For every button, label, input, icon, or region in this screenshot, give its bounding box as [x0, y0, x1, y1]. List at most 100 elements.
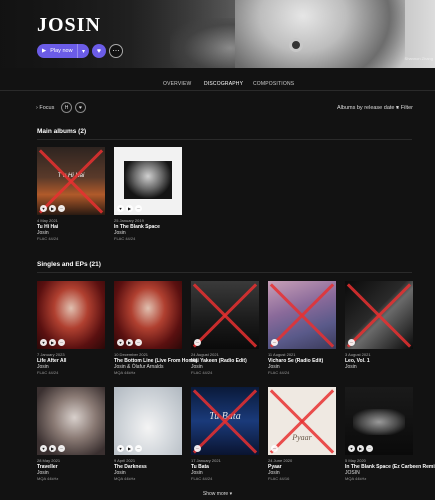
cover-actions: ♥ ▶ ⋯	[40, 339, 65, 346]
more-icon[interactable]: ⋯	[271, 339, 278, 346]
cover-actions: ♥ ▶ ⋯	[40, 445, 65, 452]
album-card[interactable]: ⋯ 24 August 2021 Hai Yakeen (Radio Edit)…	[191, 281, 259, 375]
album-card[interactable]: T u Hi Hai ♥ ▶ ⋯ 4 May 2021 Tu Hi Hai Jo…	[37, 147, 105, 241]
more-icon[interactable]: ⋯	[135, 339, 142, 346]
more-icon[interactable]: ⋯	[135, 205, 142, 212]
play-icon[interactable]: ▶	[49, 339, 56, 346]
cover-actions: ♥ ▶ ⋯	[117, 339, 142, 346]
section-title-main-albums: Main albums (2)	[37, 128, 87, 135]
play-icon[interactable]: ▶	[126, 339, 133, 346]
play-icon[interactable]: ▶	[49, 445, 56, 452]
album-format: FLAC 44/24	[37, 370, 59, 375]
favorite-button[interactable]: ♥	[92, 44, 106, 58]
section-divider	[37, 139, 412, 140]
artist-name: JOSIN	[37, 14, 101, 36]
album-format: MQA 44kHz	[37, 476, 59, 481]
album-card[interactable]: Tu Bata ⋯ 17 January 2021 Tu Bata Josin …	[191, 387, 259, 481]
play-icon[interactable]: ▶	[49, 205, 56, 212]
play-icon[interactable]: ▶	[357, 445, 364, 452]
play-now-label: Play now	[50, 48, 73, 54]
filter-button[interactable]: ≡ Filter	[396, 105, 413, 111]
heart-icon[interactable]: ♥	[40, 339, 47, 346]
tab-discography[interactable]: DISCOGRAPHY	[204, 81, 244, 91]
more-icon[interactable]: ⋯	[348, 339, 355, 346]
album-format: FLAC 44/24	[191, 476, 213, 481]
more-icon[interactable]: ⋯	[194, 339, 201, 346]
album-format: FLAC 44/24	[191, 370, 213, 375]
album-card[interactable]: ♥ ▶ ⋯ 10 December 2021 The Bottom Line (…	[114, 281, 197, 375]
more-icon[interactable]: ⋯	[58, 205, 65, 212]
album-card[interactable]: ♥ ▶ ⋯ 5 May 2020 In The Blank Space (Ez …	[345, 387, 435, 481]
hero-ring-image	[289, 38, 303, 52]
cover-actions: ♥ ▶ ⋯	[40, 205, 65, 212]
album-cover[interactable]: ♥ ▶ ⋯	[114, 147, 182, 215]
album-artist[interactable]: Josin	[345, 364, 413, 370]
album-cover[interactable]: ⋯	[268, 281, 336, 349]
play-now-button[interactable]: ▶ Play now ▾	[37, 44, 89, 58]
photo-credit: Shannon Zhang	[404, 56, 433, 61]
album-cover[interactable]: ♥ ▶ ⋯	[37, 387, 105, 455]
album-cover[interactable]: Tu Bata ⋯	[191, 387, 259, 455]
album-format: FLAC 44/24	[268, 370, 290, 375]
album-card[interactable]: ⋯ 3 August 2021 Leo, Vol. 1 Josin	[345, 281, 413, 370]
more-icon[interactable]: ⋯	[58, 339, 65, 346]
more-options-button[interactable]: ⋯	[109, 44, 123, 58]
cover-actions: ♥ ▶ ⋯	[117, 445, 142, 452]
heart-icon[interactable]: ♥	[40, 205, 47, 212]
album-format: FLAC 44/24	[37, 236, 59, 241]
play-icon[interactable]: ▶	[126, 445, 133, 452]
album-cover[interactable]: Pyaar ⋯	[268, 387, 336, 455]
heart-icon[interactable]: ♥	[117, 339, 124, 346]
chevron-down-icon[interactable]: ▾	[77, 44, 89, 58]
album-card[interactable]: ♥ ▶ ⋯ 28 May 2021 Traveller Josin MQA 44…	[37, 387, 105, 481]
favorites-filter-button[interactable]: ♥	[75, 102, 86, 113]
more-icon[interactable]: ⋯	[194, 445, 201, 452]
heart-icon[interactable]: ♥	[117, 205, 124, 212]
album-cover[interactable]: ♥ ▶ ⋯	[345, 387, 413, 455]
more-icon: ⋯	[112, 48, 120, 55]
album-format: MQA 44kHz	[345, 476, 367, 481]
album-card[interactable]: Pyaar ⋯ 24 June 2020 Pyaar Josin FLAC 44…	[268, 387, 336, 481]
album-card[interactable]: ♥ ▶ ⋯ 9 April 2021 The Darkness Josin MQ…	[114, 387, 182, 481]
more-icon[interactable]: ⋯	[271, 445, 278, 452]
hero-face-image	[235, 0, 405, 68]
more-icon[interactable]: ⋯	[366, 445, 373, 452]
section-title-singles: Singles and EPs (21)	[37, 261, 101, 268]
cover-art-text: Pyaar	[292, 433, 312, 442]
sort-label: Albums by release date	[337, 105, 395, 111]
cover-art-face	[124, 161, 172, 199]
show-more-button[interactable]: Show more ▾	[0, 491, 435, 497]
album-cover[interactable]: ♥ ▶ ⋯	[114, 281, 182, 349]
chevron-right-icon: ›	[36, 105, 38, 111]
cover-actions: ⋯	[271, 445, 278, 452]
album-cover[interactable]: ⋯	[345, 281, 413, 349]
filter-label: Filter	[400, 105, 413, 111]
focus-label: Focus	[39, 105, 55, 111]
tab-compositions[interactable]: COMPOSITIONS	[253, 81, 294, 87]
album-format: MQA 44kHz	[114, 476, 136, 481]
cover-art-face	[353, 409, 405, 435]
album-card[interactable]: ♥ ▶ ⋯ 7 January 2023 Life After All Josi…	[37, 281, 105, 375]
tab-overview[interactable]: OVERVIEW	[163, 81, 191, 87]
album-card[interactable]: ⋯ 11 August 2021 Vicharo Se (Radio Edit)…	[268, 281, 336, 375]
focus-toggle[interactable]: › Focus	[36, 105, 54, 111]
album-cover[interactable]: ♥ ▶ ⋯	[114, 387, 182, 455]
more-icon[interactable]: ⋯	[135, 445, 142, 452]
sort-dropdown[interactable]: Albums by release date ▾	[337, 105, 399, 111]
play-icon[interactable]: ▶	[126, 205, 133, 212]
album-cover[interactable]: ⋯	[191, 281, 259, 349]
heart-icon[interactable]: ♥	[117, 445, 124, 452]
heart-icon: ♥	[96, 47, 102, 55]
hires-icon: H	[64, 104, 69, 111]
album-format: MQA 44kHz	[114, 370, 136, 375]
heart-icon[interactable]: ♥	[40, 445, 47, 452]
album-cover[interactable]: ♥ ▶ ⋯	[37, 281, 105, 349]
album-card[interactable]: ♥ ▶ ⋯ 25 January 2019 In The Blank Space…	[114, 147, 182, 241]
album-cover[interactable]: T u Hi Hai ♥ ▶ ⋯	[37, 147, 105, 215]
hires-filter-button[interactable]: H	[61, 102, 72, 113]
cover-actions: ♥ ▶ ⋯	[348, 445, 373, 452]
cover-actions: ⋯	[194, 445, 201, 452]
play-icon: ▶	[42, 48, 47, 54]
more-icon[interactable]: ⋯	[58, 445, 65, 452]
heart-icon[interactable]: ♥	[348, 445, 355, 452]
